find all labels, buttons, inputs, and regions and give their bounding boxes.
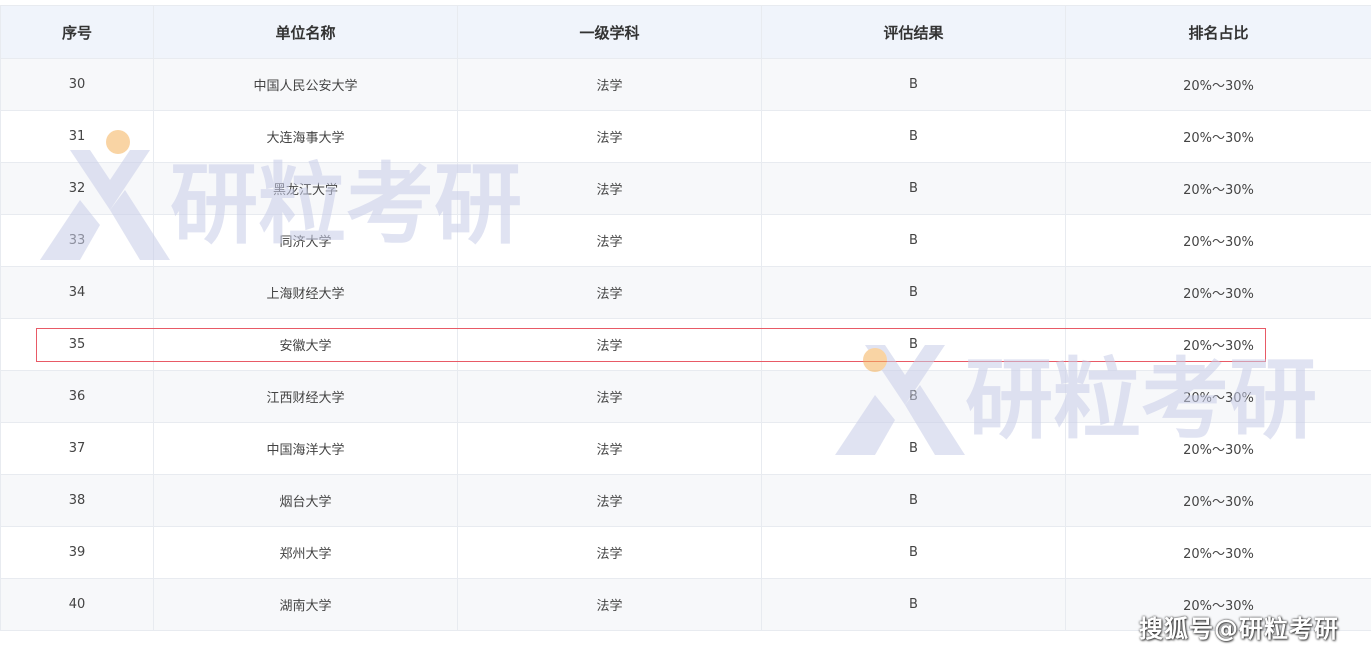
cell-rank-ratio: 20%～30% bbox=[1065, 162, 1371, 215]
cell-index: 31 bbox=[0, 110, 154, 163]
cell-rank-ratio: 20%～30% bbox=[1065, 214, 1371, 267]
cell-subject: 法学 bbox=[457, 526, 762, 579]
cell-unit-name: 湖南大学 bbox=[153, 578, 458, 631]
cell-rank-ratio: 20%～30% bbox=[1065, 422, 1371, 475]
cell-unit-name: 烟台大学 bbox=[153, 474, 458, 527]
table-row[interactable]: 30 中国人民公安大学 法学 B 20%～30% bbox=[0, 58, 1371, 111]
header-rank-ratio[interactable]: 排名占比 bbox=[1065, 5, 1371, 59]
cell-result: B bbox=[761, 266, 1066, 319]
cell-subject: 法学 bbox=[457, 162, 762, 215]
evaluation-table: 序号 单位名称 一级学科 评估结果 排名占比 30 中国人民公安大学 法学 B … bbox=[0, 5, 1371, 631]
cell-index: 37 bbox=[0, 422, 154, 475]
table-row[interactable]: 37 中国海洋大学 法学 B 20%～30% bbox=[0, 422, 1371, 475]
table-header: 序号 单位名称 一级学科 评估结果 排名占比 bbox=[0, 5, 1371, 59]
header-result[interactable]: 评估结果 bbox=[761, 5, 1066, 59]
table-body: 30 中国人民公安大学 法学 B 20%～30% 31 大连海事大学 法学 B … bbox=[0, 58, 1371, 631]
header-row: 序号 单位名称 一级学科 评估结果 排名占比 bbox=[0, 5, 1371, 59]
cell-result: B bbox=[761, 318, 1066, 371]
table-row-highlighted[interactable]: 35 安徽大学 法学 B 20%～30% bbox=[0, 318, 1371, 371]
cell-index: 34 bbox=[0, 266, 154, 319]
cell-index: 39 bbox=[0, 526, 154, 579]
cell-unit-name: 郑州大学 bbox=[153, 526, 458, 579]
table-row[interactable]: 33 同济大学 法学 B 20%～30% bbox=[0, 214, 1371, 267]
cell-subject: 法学 bbox=[457, 578, 762, 631]
cell-subject: 法学 bbox=[457, 318, 762, 371]
cell-result: B bbox=[761, 162, 1066, 215]
cell-rank-ratio: 20%～30% bbox=[1065, 110, 1371, 163]
cell-unit-name: 江西财经大学 bbox=[153, 370, 458, 423]
table-row[interactable]: 39 郑州大学 法学 B 20%～30% bbox=[0, 526, 1371, 579]
cell-subject: 法学 bbox=[457, 422, 762, 475]
page: 序号 单位名称 一级学科 评估结果 排名占比 30 中国人民公安大学 法学 B … bbox=[0, 0, 1371, 656]
cell-rank-ratio: 20%～30% bbox=[1065, 526, 1371, 579]
table-row[interactable]: 32 黑龙江大学 法学 B 20%～30% bbox=[0, 162, 1371, 215]
cell-result: B bbox=[761, 370, 1066, 423]
header-unit-name[interactable]: 单位名称 bbox=[153, 5, 458, 59]
cell-index: 35 bbox=[0, 318, 154, 371]
cell-subject: 法学 bbox=[457, 110, 762, 163]
cell-rank-ratio: 20%～30% bbox=[1065, 266, 1371, 319]
cell-unit-name: 安徽大学 bbox=[153, 318, 458, 371]
cell-unit-name: 上海财经大学 bbox=[153, 266, 458, 319]
cell-result: B bbox=[761, 110, 1066, 163]
cell-index: 40 bbox=[0, 578, 154, 631]
cell-index: 36 bbox=[0, 370, 154, 423]
cell-rank-ratio: 20%～30% bbox=[1065, 474, 1371, 527]
cell-result: B bbox=[761, 214, 1066, 267]
cell-result: B bbox=[761, 58, 1066, 111]
cell-index: 30 bbox=[0, 58, 154, 111]
cell-index: 38 bbox=[0, 474, 154, 527]
cell-result: B bbox=[761, 526, 1066, 579]
cell-index: 33 bbox=[0, 214, 154, 267]
cell-result: B bbox=[761, 422, 1066, 475]
cell-rank-ratio: 20%～30% bbox=[1065, 370, 1371, 423]
cell-subject: 法学 bbox=[457, 58, 762, 111]
cell-unit-name: 同济大学 bbox=[153, 214, 458, 267]
table-row[interactable]: 38 烟台大学 法学 B 20%～30% bbox=[0, 474, 1371, 527]
header-index[interactable]: 序号 bbox=[0, 5, 154, 59]
cell-index: 32 bbox=[0, 162, 154, 215]
cell-unit-name: 黑龙江大学 bbox=[153, 162, 458, 215]
table-row[interactable]: 31 大连海事大学 法学 B 20%～30% bbox=[0, 110, 1371, 163]
cell-unit-name: 大连海事大学 bbox=[153, 110, 458, 163]
cell-subject: 法学 bbox=[457, 266, 762, 319]
cell-rank-ratio: 20%～30% bbox=[1065, 318, 1371, 371]
table-row[interactable]: 36 江西财经大学 法学 B 20%～30% bbox=[0, 370, 1371, 423]
source-credit: 搜狐号@研粒考研 bbox=[1139, 615, 1339, 643]
cell-subject: 法学 bbox=[457, 214, 762, 267]
cell-result: B bbox=[761, 474, 1066, 527]
cell-subject: 法学 bbox=[457, 474, 762, 527]
cell-unit-name: 中国人民公安大学 bbox=[153, 58, 458, 111]
cell-unit-name: 中国海洋大学 bbox=[153, 422, 458, 475]
table-row[interactable]: 34 上海财经大学 法学 B 20%～30% bbox=[0, 266, 1371, 319]
cell-subject: 法学 bbox=[457, 370, 762, 423]
cell-rank-ratio: 20%～30% bbox=[1065, 58, 1371, 111]
header-subject[interactable]: 一级学科 bbox=[457, 5, 762, 59]
cell-result: B bbox=[761, 578, 1066, 631]
